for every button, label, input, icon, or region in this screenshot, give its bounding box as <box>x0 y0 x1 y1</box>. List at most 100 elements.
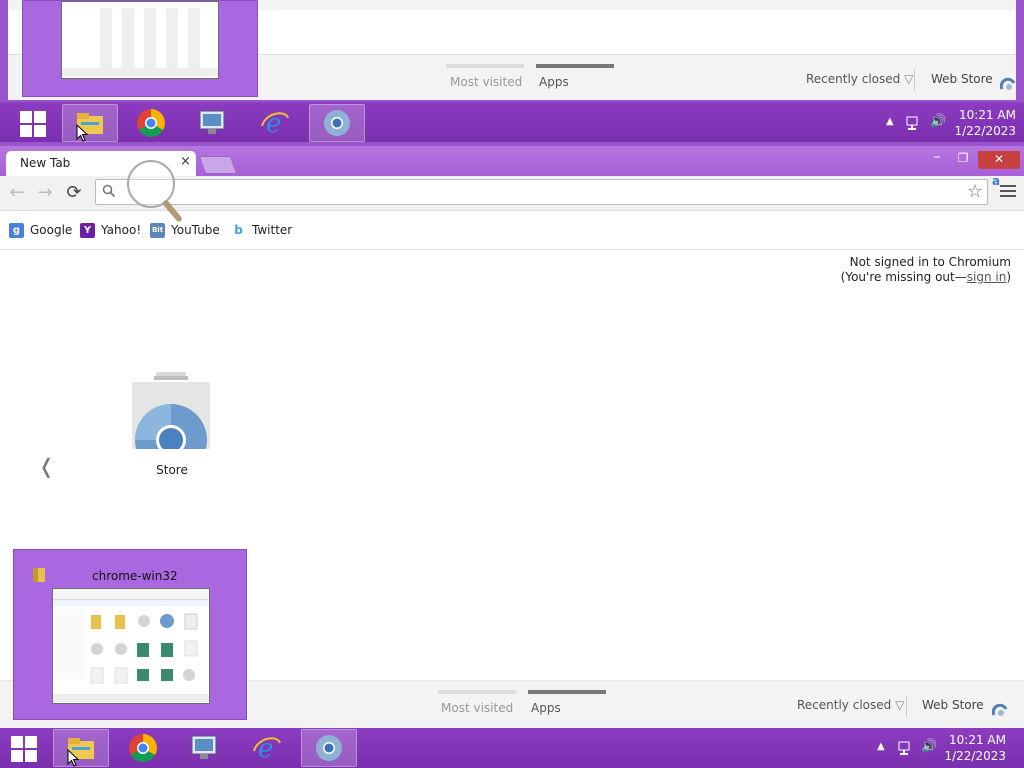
recently-closed-menu[interactable]: Recently closed ▽ <box>797 698 904 712</box>
network-icon[interactable] <box>898 740 914 756</box>
taskbar-explorer[interactable] <box>53 729 109 767</box>
top-taskbar-chrome[interactable] <box>123 104 179 142</box>
top-taskbar-remote[interactable] <box>185 104 241 142</box>
top-tab-most-visited[interactable]: Most visited <box>450 75 522 89</box>
chrome-icon <box>129 734 157 762</box>
folder-icon <box>33 568 45 582</box>
menu-icon[interactable] <box>1000 183 1016 199</box>
preview-nav-pane <box>55 609 85 679</box>
preview-file-grid <box>90 613 198 684</box>
top-taskbar-chromium[interactable] <box>309 104 365 142</box>
mouse-cursor-icon <box>76 124 88 142</box>
tab-title: New Tab <box>20 156 71 170</box>
preview-address <box>53 600 209 606</box>
file-grid <box>100 8 210 68</box>
signin-promo: Not signed in to Chromium (You're missin… <box>841 255 1011 285</box>
taskbar-internet-explorer[interactable]: e <box>239 729 295 767</box>
chevron-down-icon: ▽ <box>904 72 914 86</box>
back-arrow-icon[interactable]: ← <box>6 182 28 204</box>
clock-time: 10:21 AM <box>959 108 1016 122</box>
ntp-tab-indicator-active <box>536 64 614 68</box>
tab-apps[interactable]: Apps <box>531 701 561 715</box>
omnibox-input[interactable] <box>120 183 964 203</box>
restore-button[interactable]: ❐ <box>952 150 974 168</box>
twitter-icon: b <box>234 223 243 237</box>
show-hidden-icons[interactable]: ▲ <box>886 116 894 127</box>
signin-status: Not signed in to Chromium <box>849 255 1011 269</box>
reload-icon[interactable]: ⟳ <box>63 182 85 204</box>
mouse-cursor-icon <box>67 749 79 767</box>
web-store-icon <box>1000 77 1016 90</box>
forward-arrow-icon[interactable]: → <box>34 182 56 204</box>
chromium-icon <box>324 110 350 136</box>
google-icon: g <box>9 222 24 238</box>
sign-in-link[interactable]: sign in <box>967 270 1007 284</box>
top-web-store-link[interactable]: Web Store <box>931 72 993 86</box>
bookmark-label: Google <box>30 223 73 237</box>
top-recently-closed[interactable]: Recently closed ▽ <box>806 72 913 86</box>
ntp-tab-indicator <box>446 64 524 68</box>
remote-desktop-icon <box>191 735 217 759</box>
taskbar-thumbnail-popup[interactable]: chrome-win32 <box>13 549 247 720</box>
preview-ribbon <box>53 589 209 600</box>
bookmark-label: YouTube <box>171 223 220 237</box>
show-hidden-icons[interactable]: ▲ <box>877 741 885 752</box>
taskbar-chromium[interactable] <box>301 729 357 767</box>
divider <box>914 69 915 91</box>
bookmark-twitter[interactable]: b Twitter <box>231 221 292 239</box>
previous-page-arrow[interactable]: ❬ <box>38 454 55 478</box>
signin-line2: (You're missing out—sign in) <box>841 270 1011 285</box>
search-icon <box>102 184 116 198</box>
ntp-tab-indicator-active <box>528 690 606 694</box>
recently-closed-label: Recently closed <box>797 698 892 712</box>
top-clock[interactable]: 10:21 AM 1/22/2023 <box>950 107 1016 139</box>
extension-badge[interactable]: a <box>992 174 1000 188</box>
minimize-button[interactable]: – <box>926 150 948 168</box>
clock-date: 1/22/2023 <box>954 124 1016 138</box>
remote-desktop-icon <box>199 110 225 134</box>
windows-start-icon[interactable] <box>11 736 37 762</box>
taskbar: e ▲ 🔊 10:21 AM 1/22/2023 <box>0 728 1024 768</box>
network-icon[interactable] <box>906 115 922 131</box>
thumbnail-title: chrome-win32 <box>92 569 178 583</box>
volume-icon[interactable]: 🔊 <box>921 739 937 754</box>
yahoo-icon: Y <box>80 222 95 238</box>
thumbnail-preview <box>52 588 210 704</box>
bookmark-google[interactable]: g Google <box>9 221 72 239</box>
ie-icon: e <box>261 109 289 138</box>
top-duplicate-region: Most visited Apps Recently closed ▽ Web … <box>0 0 1024 146</box>
top-taskbar-ie[interactable]: e <box>247 104 303 142</box>
tab-most-visited[interactable]: Most visited <box>441 701 513 715</box>
close-window-button[interactable]: ✕ <box>978 151 1020 169</box>
ntp-tab-indicator <box>438 690 516 694</box>
top-tab-apps[interactable]: Apps <box>539 75 569 89</box>
bookmark-star-icon[interactable]: ☆ <box>967 181 983 202</box>
bookmark-youtube[interactable]: Bit YouTube <box>150 221 220 239</box>
chromium-icon <box>316 735 342 761</box>
top-ntp-page: Most visited Apps Recently closed ▽ Web … <box>8 0 1016 100</box>
chrome-web-store-icon[interactable] <box>128 372 214 452</box>
volume-icon[interactable]: 🔊 <box>930 114 946 129</box>
taskbar-chrome[interactable] <box>115 729 171 767</box>
top-taskbar: e ▲ 🔊 10:21 AM 1/22/2023 <box>0 102 1024 142</box>
chevron-down-icon: ▽ <box>895 698 905 712</box>
windows-start-icon[interactable] <box>20 111 46 137</box>
web-store-icon <box>992 703 1008 716</box>
top-thumbnail-popup[interactable] <box>22 0 258 97</box>
top-recently-closed-label: Recently closed <box>806 72 901 86</box>
divider <box>906 695 907 717</box>
omnibox[interactable]: ☆ <box>95 179 988 205</box>
bookmark-label: Yahoo! <box>101 223 142 237</box>
bookmark-yahoo[interactable]: Y Yahoo! <box>80 221 141 239</box>
web-store-link[interactable]: Web Store <box>922 698 984 712</box>
clock[interactable]: 10:21 AM 1/22/2023 <box>940 732 1006 764</box>
tab-close-icon[interactable]: × <box>180 154 191 169</box>
ie-icon: e <box>253 734 281 763</box>
clock-time: 10:21 AM <box>949 733 1006 747</box>
new-tab-button[interactable] <box>198 156 238 174</box>
top-taskbar-explorer[interactable] <box>62 104 118 142</box>
signin-prefix: (You're missing out— <box>840 270 967 284</box>
chrome-icon <box>137 109 165 137</box>
app-store-label[interactable]: Store <box>146 463 198 477</box>
taskbar-remote-desktop[interactable] <box>177 729 233 767</box>
